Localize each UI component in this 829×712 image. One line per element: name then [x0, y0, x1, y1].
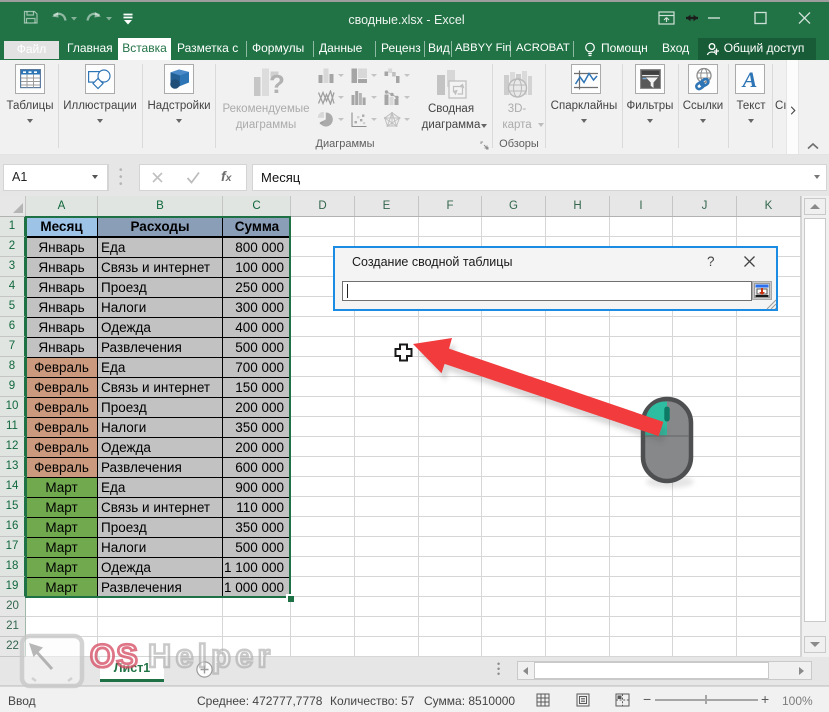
svg-text:?: ?: [269, 69, 284, 98]
